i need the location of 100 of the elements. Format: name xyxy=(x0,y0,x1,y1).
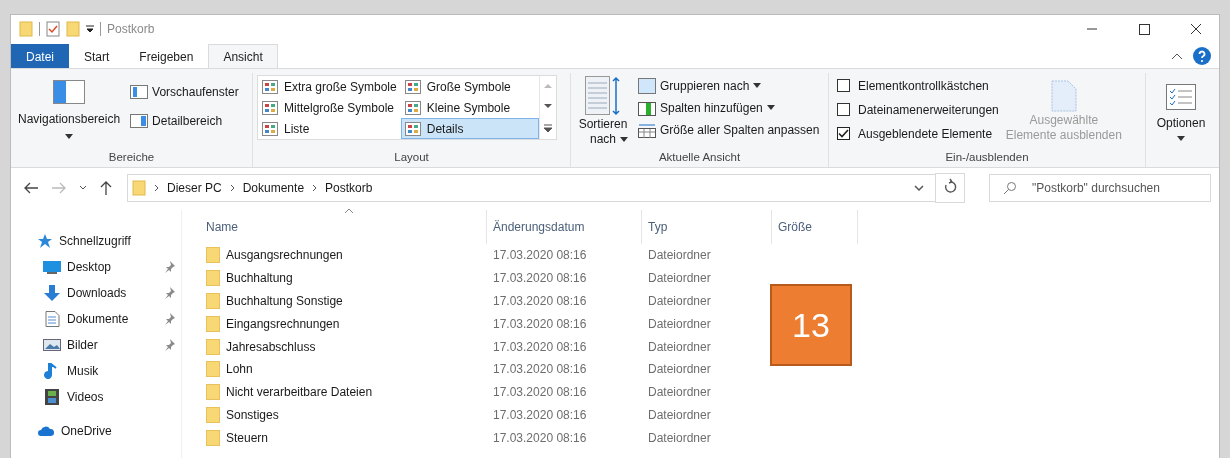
add-column-icon xyxy=(638,99,656,116)
address-bar[interactable]: Dieser PC Dokumente Postkorb xyxy=(127,174,936,202)
caret-icon xyxy=(1177,136,1185,141)
checkbox[interactable] xyxy=(837,127,850,140)
pin-icon[interactable] xyxy=(163,339,175,351)
sidebar-item[interactable]: Dokumente xyxy=(11,306,181,332)
file-name[interactable]: Eingangsrechnungen xyxy=(226,316,340,331)
sidebar-item[interactable]: Bilder xyxy=(11,332,181,358)
file-name[interactable]: Buchhaltung xyxy=(226,271,293,286)
options-button[interactable]: Optionen xyxy=(1150,73,1212,144)
caret-icon xyxy=(65,134,74,139)
checklist-icon[interactable] xyxy=(46,21,60,37)
pane-layout-icon xyxy=(130,84,149,99)
file-name[interactable]: Lohn xyxy=(226,362,253,377)
group-by-button[interactable]: Gruppieren nach xyxy=(635,75,823,96)
folder-icon xyxy=(132,180,146,196)
chevron-icon[interactable] xyxy=(229,184,235,192)
table-cell: Dateiordner xyxy=(648,316,711,331)
table-cell: 17.03.2020 08:16 xyxy=(493,271,587,286)
ribbon-tab[interactable]: Datei xyxy=(11,44,69,68)
pin-icon[interactable] xyxy=(163,261,175,273)
caret-icon xyxy=(620,137,628,142)
sidebar-item[interactable]: Videos xyxy=(11,384,181,410)
folder-icon xyxy=(206,293,220,309)
checkbox-label[interactable]: Elementkontrollkästchen xyxy=(858,78,989,93)
column-header[interactable]: Name xyxy=(200,210,487,244)
window-title: Postkorb xyxy=(107,22,155,36)
layout-option[interactable]: Liste xyxy=(258,118,401,139)
preview-pane-button[interactable]: Vorschaufenster xyxy=(127,81,242,102)
up-icon[interactable] xyxy=(99,180,113,196)
checkbox-label[interactable]: Dateinamenerweiterungen xyxy=(858,102,999,117)
pin-icon[interactable] xyxy=(163,287,175,299)
column-width-icon xyxy=(638,121,656,138)
table-cell: 17.03.2020 08:16 xyxy=(493,316,587,331)
table-cell: 17.03.2020 08:16 xyxy=(493,248,587,263)
pane-layout-icon xyxy=(53,80,86,104)
layout-option[interactable]: Details xyxy=(400,118,539,139)
file-name[interactable]: Sonstiges xyxy=(226,407,279,422)
path-segment[interactable]: Dokumente xyxy=(242,181,305,195)
layout-option[interactable]: Mittelgroße Symbole xyxy=(258,97,401,118)
file-name[interactable]: Jahresabschluss xyxy=(226,339,316,354)
download-icon xyxy=(43,285,61,301)
sidebar-item[interactable]: Desktop xyxy=(11,254,181,280)
table-cell: Dateiordner xyxy=(648,294,711,308)
back-icon[interactable] xyxy=(23,181,39,195)
options-list-icon xyxy=(1166,84,1196,110)
table-cell: 17.03.2020 08:16 xyxy=(493,362,587,377)
sidebar-item[interactable]: Schnellzugriff xyxy=(11,228,181,254)
folder-icon xyxy=(206,338,220,355)
checkbox-label[interactable]: Ausgeblendete Elemente xyxy=(858,126,993,141)
caret-icon xyxy=(753,83,762,88)
pin-icon[interactable] xyxy=(163,313,175,325)
column-header[interactable]: Änderungsdatum xyxy=(487,210,642,244)
table-cell: Dateiordner xyxy=(648,385,711,400)
dropdown-icon[interactable] xyxy=(86,25,94,33)
layout-option[interactable]: Kleine Symbole xyxy=(400,97,539,118)
table-cell: 17.03.2020 08:16 xyxy=(493,339,587,354)
navigation-pane-button[interactable]: Navigationsbereich xyxy=(15,73,124,142)
column-header[interactable]: Typ xyxy=(642,210,772,244)
sidebar-item[interactable]: Downloads xyxy=(11,280,181,306)
help-icon[interactable] xyxy=(1193,46,1211,65)
table-cell: Dateiordner xyxy=(648,271,711,286)
chevron-icon[interactable] xyxy=(312,184,318,192)
collapse-ribbon-icon[interactable] xyxy=(1171,51,1183,60)
table-cell: 17.03.2020 08:16 xyxy=(493,430,587,445)
path-segment[interactable]: Dieser PC xyxy=(167,181,222,195)
fit-columns-button[interactable]: Größe aller Spalten anpassen xyxy=(635,119,823,140)
file-name[interactable]: Ausgangsrechnungen xyxy=(226,248,343,263)
view-grid-icon xyxy=(404,100,421,115)
view-grid-icon xyxy=(262,121,278,136)
column-header[interactable]: Größe xyxy=(772,210,858,244)
pane-layout-icon xyxy=(130,113,149,128)
film-icon xyxy=(43,389,61,405)
layout-option[interactable]: Große Symbole xyxy=(400,76,539,97)
details-pane-button[interactable]: Detailbereich xyxy=(127,110,242,131)
sort-by-button[interactable]: Sortieren nach xyxy=(575,73,631,149)
search-field[interactable]: "Postkorb" durchsuchen xyxy=(989,174,1211,202)
file-name[interactable]: Buchhaltung Sonstige xyxy=(226,294,343,308)
dropdown-icon[interactable] xyxy=(913,184,925,192)
sidebar-item[interactable]: Musik xyxy=(11,358,181,384)
file-name[interactable]: Steuern xyxy=(226,430,269,445)
table-cell: Dateiordner xyxy=(648,339,711,354)
document-icon xyxy=(43,311,61,327)
refresh-icon[interactable] xyxy=(935,173,965,203)
file-name[interactable]: Nicht verarbeitbare Dateien xyxy=(226,385,373,400)
ribbon-tab[interactable]: Ansicht xyxy=(208,44,278,68)
layout-option[interactable]: Extra große Symbole xyxy=(258,76,401,97)
search-icon xyxy=(1003,181,1017,195)
path-segment[interactable]: Postkorb xyxy=(325,181,373,195)
add-columns-button[interactable]: Spalten hinzufügen xyxy=(635,97,823,118)
sidebar-item[interactable]: OneDrive xyxy=(11,418,181,444)
group-label: Bereiche xyxy=(107,151,156,165)
scroll-down-icon[interactable] xyxy=(542,102,553,111)
expand-gallery-icon[interactable] xyxy=(542,122,553,133)
step-number-badge: 13 xyxy=(770,284,852,366)
recent-locations-icon[interactable] xyxy=(79,185,87,191)
checkbox[interactable] xyxy=(837,103,850,116)
checkbox[interactable] xyxy=(837,79,850,92)
folder-icon xyxy=(206,270,220,287)
chevron-icon[interactable] xyxy=(154,184,159,192)
